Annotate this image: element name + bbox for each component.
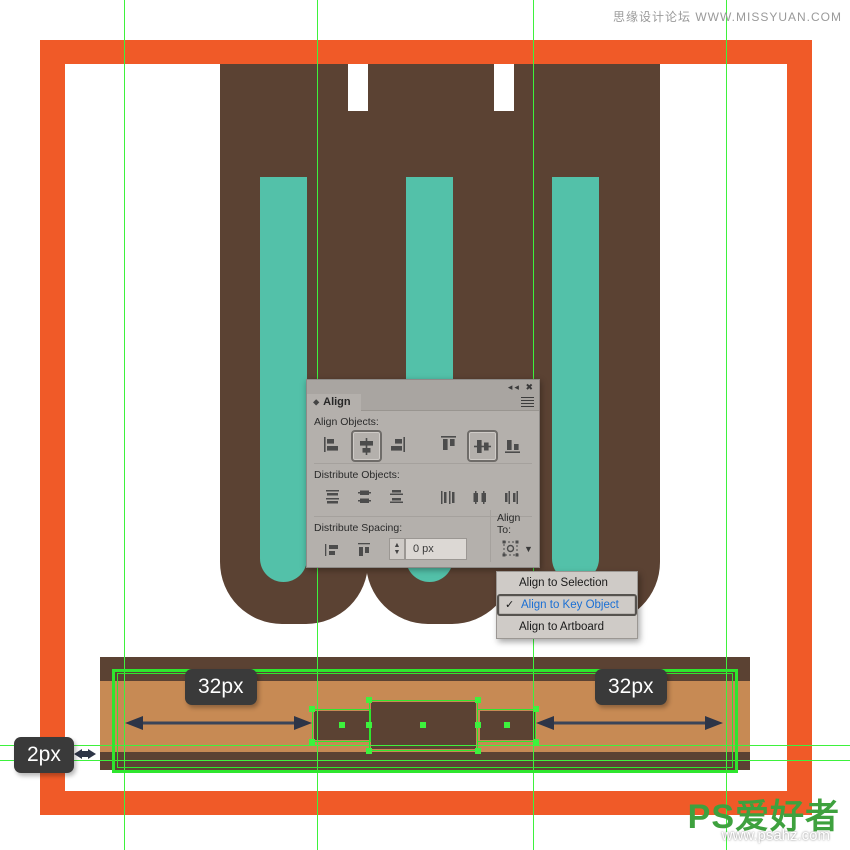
selection-handle[interactable] [533,739,539,745]
menu-item-label: Align to Artboard [519,621,605,633]
vertical-align-center-button[interactable] [467,430,498,462]
cap-gap-1 [348,64,368,111]
selection-handle[interactable] [366,722,372,728]
cap-gap-2 [494,64,514,111]
horizontal-align-center-button[interactable] [351,430,382,462]
menu-item-align-to-artboard[interactable]: Align to Artboard [497,616,637,638]
collapse-icon[interactable]: ◂◂ [508,382,521,392]
align-panel-titlebar[interactable]: ◂◂ ✖ [307,380,539,394]
tab-align[interactable]: ◆ Align [307,394,361,411]
measure-label-bottom: 2px [14,737,74,773]
measure-label-left: 32px [185,669,257,705]
distribute-spacing-row: ▲ ▼ 0 px Align To: ▼ [313,510,535,566]
align-panel-tabrow: ◆ Align [307,394,539,411]
selection-handle[interactable] [475,697,481,703]
measure-arrow-left [125,714,312,732]
horizontal-distribute-left-button[interactable] [435,483,462,511]
stepper-down-icon[interactable]: ▼ [394,549,401,556]
align-objects-row [313,430,533,462]
tube-fill [260,177,307,582]
align-panel[interactable]: ◂◂ ✖ ◆ Align Align Objects: Distribute O… [306,379,540,568]
horizontal-align-left-button[interactable] [319,430,346,458]
selection-handle[interactable] [366,697,372,703]
watermark-url: www.psahz.com [721,827,831,844]
smart-guide-arrow-icon [74,746,96,767]
horizontal-distribute-space-button[interactable] [351,536,378,564]
check-icon: ✓ [505,599,515,611]
stepper-up-icon[interactable]: ▲ [394,542,401,549]
vertical-align-bottom-button[interactable] [499,430,526,458]
vertical-distribute-space-button[interactable] [319,536,346,564]
selection-handle[interactable] [309,706,315,712]
menu-item-align-to-selection[interactable]: Align to Selection [497,572,637,594]
tube-cap [366,64,514,109]
align-objects-label: Align Objects: [314,416,379,428]
anchor-center-left [339,722,345,728]
tube-cap [220,64,368,109]
chevron-down-icon[interactable]: ▼ [524,544,533,554]
close-icon[interactable]: ✖ [525,382,535,392]
tab-align-label: Align [323,396,351,408]
horizontal-distribute-right-button[interactable] [499,483,526,511]
menu-item-label: Align to Selection [519,577,608,589]
align-to-label: Align To: [497,512,521,536]
panel-titlebar-icons: ◂◂ ✖ [508,381,535,393]
measure-arrow-right [536,714,723,732]
selection-handle[interactable] [366,748,372,754]
spacing-input[interactable]: 0 px [405,538,467,560]
align-to-dropdown-menu[interactable]: Align to Selection ✓ Align to Key Object… [496,571,638,639]
panel-menu-icon[interactable] [521,397,534,407]
vertical-distribute-bottom-button[interactable] [383,483,410,511]
align-to-button[interactable]: ▼ [501,537,535,561]
measure-label-right: 32px [595,669,667,705]
panel-vertical-divider [490,510,491,562]
horizontal-align-right-button[interactable] [383,430,410,458]
panel-divider-1 [314,463,532,464]
horizontal-distribute-center-button[interactable] [467,483,494,511]
tube-fill [552,177,599,582]
tab-grip-icon: ◆ [313,397,320,407]
vertical-distribute-center-button[interactable] [351,483,378,511]
selection-handle[interactable] [475,722,481,728]
menu-item-align-to-key-object[interactable]: ✓ Align to Key Object [497,594,637,616]
watermark-top: 思缘设计论坛 WWW.MISSYUAN.COM [613,10,842,24]
watermark-bottom: PS爱好者 www.psahz.com [688,800,840,844]
selection-handle[interactable] [475,748,481,754]
distribute-objects-label: Distribute Objects: [314,469,400,481]
vertical-align-top-button[interactable] [435,430,462,458]
selection-handle[interactable] [533,706,539,712]
menu-item-label: Align to Key Object [521,599,619,611]
spacing-stepper[interactable]: ▲ ▼ [389,538,405,560]
anchor-center-middle [420,722,426,728]
vertical-distribute-top-button[interactable] [319,483,346,511]
tube-cap [512,64,660,109]
selection-handle[interactable] [309,739,315,745]
distribute-objects-row [313,483,533,513]
anchor-center-right [504,722,510,728]
